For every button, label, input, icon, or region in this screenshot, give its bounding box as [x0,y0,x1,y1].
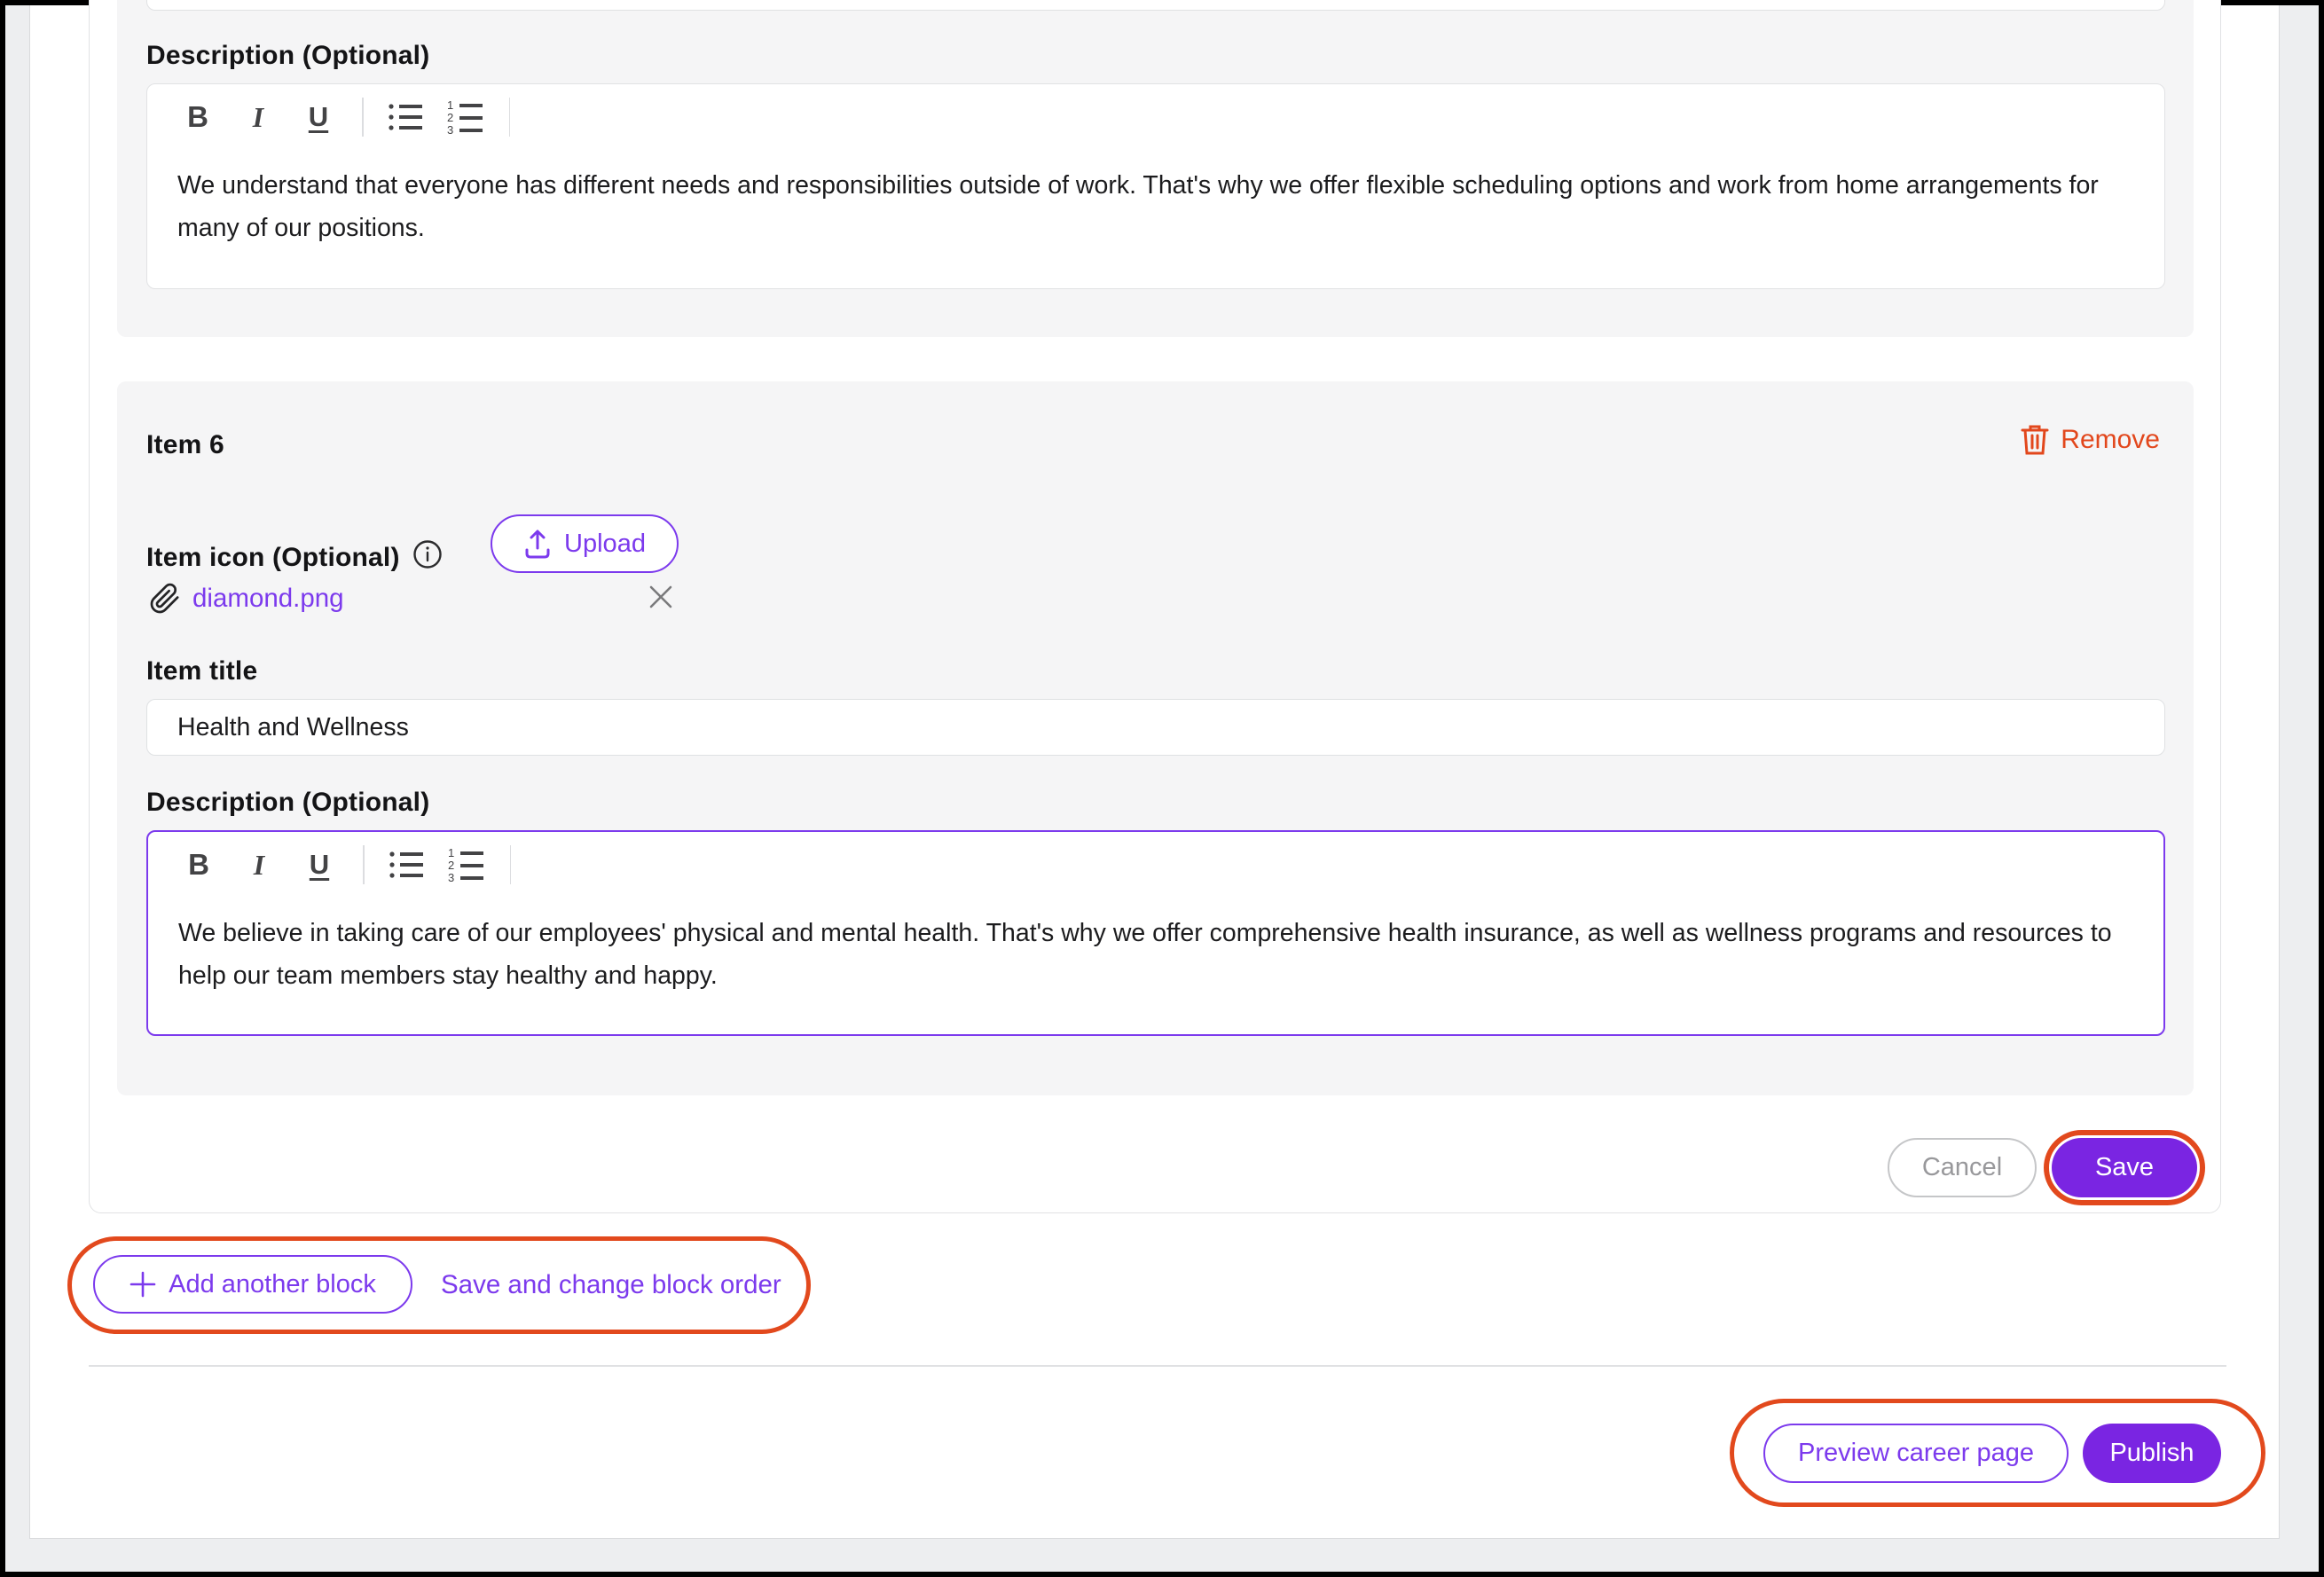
item-5-description-label: Description (Optional) [146,41,429,71]
underline-icon[interactable]: U [298,97,339,137]
info-icon[interactable] [412,539,443,569]
paperclip-icon [149,582,181,616]
remove-label: Remove [2061,425,2160,455]
italic-icon[interactable]: I [239,844,279,885]
bold-icon[interactable]: B [178,844,219,885]
svg-text:3: 3 [447,123,453,136]
svg-text:3: 3 [448,871,454,883]
remove-file-icon[interactable] [648,584,674,610]
italic-icon[interactable]: I [238,97,279,137]
item-icon-label: Item icon (Optional) [146,539,443,573]
svg-text:1: 1 [447,98,453,112]
attached-file: diamond.png [149,582,344,616]
item-5-section: Description (Optional) B I U 1 [117,0,2194,337]
numbered-list-icon[interactable]: 1 2 3 [446,844,487,885]
bullet-list-icon[interactable] [386,844,427,885]
item-6-description-label: Description (Optional) [146,788,429,818]
toolbar-divider [363,845,365,884]
numbered-list-icon[interactable]: 1 2 3 [445,97,486,137]
item-6-description-editor[interactable]: B I U 1 2 3 [146,830,2165,1036]
screenshot-frame: Description (Optional) B I U 1 [0,0,2324,1577]
item-6-description-text[interactable]: We believe in taking care of our employe… [148,898,2163,997]
item-6-section: Item 6 Remove Item icon (Optional) [117,381,2194,1095]
svg-text:2: 2 [447,111,453,124]
toolbar-divider [362,98,364,137]
remove-item-button[interactable]: Remove [2021,424,2160,456]
toolbar-divider [510,845,512,884]
add-another-block-button[interactable]: Add another block [93,1255,412,1314]
bullet-list-icon[interactable] [385,97,426,137]
item-title-label: Item title [146,656,257,687]
trash-icon [2021,424,2049,456]
upload-icon [523,529,552,559]
save-button[interactable]: Save [2052,1138,2197,1197]
cancel-button[interactable]: Cancel [1888,1138,2037,1197]
item-5-description-editor[interactable]: B I U 1 2 3 [146,83,2165,289]
plus-icon [130,1271,156,1298]
item-5-title-input[interactable] [146,0,2165,11]
publish-button[interactable]: Publish [2083,1424,2221,1483]
toolbar-divider [509,98,511,137]
svg-text:2: 2 [448,859,454,872]
footer-divider [89,1365,2226,1367]
rich-text-toolbar: B I U 1 2 3 [148,832,2163,898]
save-and-change-block-order-link[interactable]: Save and change block order [441,1270,781,1300]
rich-text-toolbar: B I U 1 2 3 [147,84,2164,150]
item-5-description-text[interactable]: We understand that everyone has differen… [147,150,2164,249]
file-name-link[interactable]: diamond.png [192,584,344,614]
item-6-heading: Item 6 [146,430,224,460]
underline-icon[interactable]: U [299,844,340,885]
item-title-input[interactable] [146,699,2165,756]
bold-icon[interactable]: B [177,97,218,137]
preview-career-page-button[interactable]: Preview career page [1763,1424,2069,1483]
upload-button[interactable]: Upload [491,514,679,573]
svg-text:1: 1 [448,846,454,859]
